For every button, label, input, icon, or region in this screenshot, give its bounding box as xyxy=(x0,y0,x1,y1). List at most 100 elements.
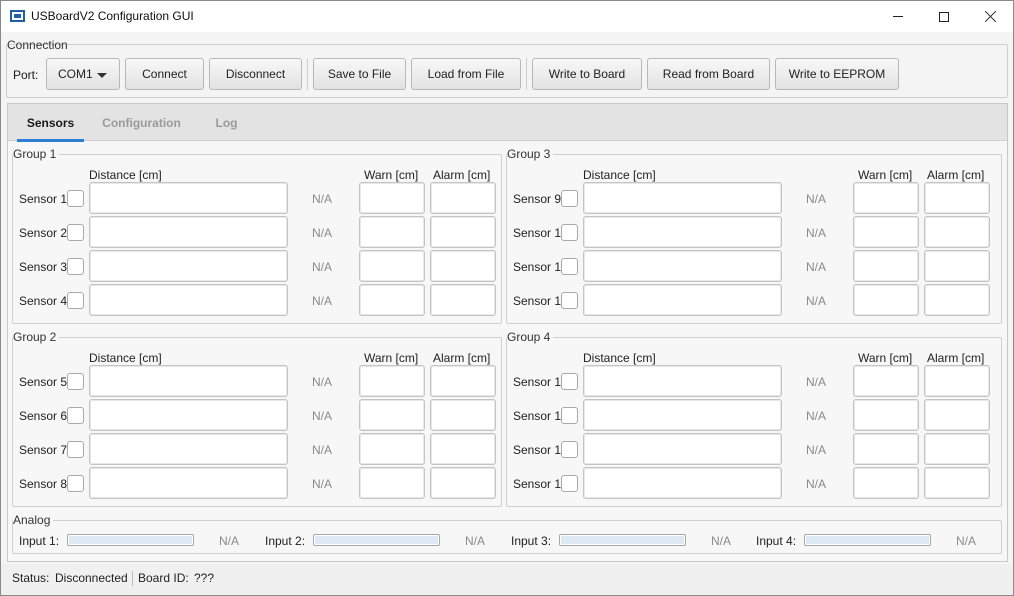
distance-field[interactable] xyxy=(89,216,288,248)
tab-configuration[interactable]: Configuration xyxy=(98,104,185,141)
sensor-reading: N/A xyxy=(312,443,333,457)
analog-input-bar xyxy=(67,534,194,546)
distance-field[interactable] xyxy=(583,467,782,499)
status-separator xyxy=(132,571,133,586)
minimize-button[interactable] xyxy=(875,1,921,32)
sensor-enable-checkbox[interactable] xyxy=(67,441,84,458)
tab-header: Sensors Configuration Log xyxy=(8,104,1007,142)
analog-input-value: N/A xyxy=(956,534,977,548)
warn-field[interactable] xyxy=(359,433,425,465)
sensor-enable-checkbox[interactable] xyxy=(67,292,84,309)
status-value: Disconnected xyxy=(55,571,128,585)
alarm-field[interactable] xyxy=(430,284,496,316)
sensor-enable-checkbox[interactable] xyxy=(561,373,578,390)
warn-field[interactable] xyxy=(359,284,425,316)
port-select[interactable]: COM1 xyxy=(46,58,120,90)
warn-field[interactable] xyxy=(853,216,919,248)
alarm-field[interactable] xyxy=(430,433,496,465)
alarm-field[interactable] xyxy=(430,216,496,248)
distance-field[interactable] xyxy=(89,433,288,465)
distance-field[interactable] xyxy=(583,182,782,214)
minimize-icon xyxy=(893,16,903,17)
maximize-icon xyxy=(939,11,949,22)
distance-field[interactable] xyxy=(583,216,782,248)
sensor-reading: N/A xyxy=(312,260,333,274)
tab-log[interactable]: Log xyxy=(208,104,245,141)
close-button[interactable] xyxy=(967,1,1013,32)
warn-field[interactable] xyxy=(359,216,425,248)
sensor-enable-checkbox[interactable] xyxy=(67,407,84,424)
alarm-field[interactable] xyxy=(430,399,496,431)
sensor-label: Sensor 16 xyxy=(513,477,568,491)
maximize-button[interactable] xyxy=(921,1,967,32)
distance-field[interactable] xyxy=(583,433,782,465)
sensor-enable-checkbox[interactable] xyxy=(561,224,578,241)
alarm-field[interactable] xyxy=(430,467,496,499)
alarm-field[interactable] xyxy=(430,250,496,282)
alarm-field[interactable] xyxy=(430,365,496,397)
load-from-file-button[interactable]: Load from File xyxy=(411,58,521,90)
sensor-enable-checkbox[interactable] xyxy=(561,407,578,424)
sensor-enable-checkbox[interactable] xyxy=(561,441,578,458)
sensor-enable-checkbox[interactable] xyxy=(561,475,578,492)
sensor-enable-checkbox[interactable] xyxy=(561,190,578,207)
warn-column-header: Warn [cm] xyxy=(364,351,419,365)
distance-field[interactable] xyxy=(583,250,782,282)
distance-field[interactable] xyxy=(89,284,288,316)
read-from-board-button[interactable]: Read from Board xyxy=(647,58,770,90)
distance-field[interactable] xyxy=(89,250,288,282)
alarm-field[interactable] xyxy=(924,399,990,431)
sensor-enable-checkbox[interactable] xyxy=(67,475,84,492)
sensor-reading: N/A xyxy=(312,226,333,240)
warn-field[interactable] xyxy=(359,250,425,282)
write-to-board-button[interactable]: Write to Board xyxy=(532,58,642,90)
warn-field[interactable] xyxy=(853,467,919,499)
alarm-field[interactable] xyxy=(924,365,990,397)
alarm-field[interactable] xyxy=(924,182,990,214)
alarm-field[interactable] xyxy=(430,182,496,214)
group-legend: Group 2 xyxy=(13,330,60,344)
sensor-enable-checkbox[interactable] xyxy=(561,292,578,309)
alarm-field[interactable] xyxy=(924,250,990,282)
connect-button[interactable]: Connect xyxy=(125,58,204,90)
write-to-eeprom-button[interactable]: Write to EEPROM xyxy=(775,58,899,90)
sensor-reading: N/A xyxy=(312,477,333,491)
warn-field[interactable] xyxy=(853,250,919,282)
distance-field[interactable] xyxy=(583,284,782,316)
tab-sensors[interactable]: Sensors xyxy=(17,104,84,142)
alarm-field[interactable] xyxy=(924,467,990,499)
warn-field[interactable] xyxy=(359,365,425,397)
warn-field[interactable] xyxy=(359,182,425,214)
sensor-reading: N/A xyxy=(806,260,827,274)
distance-field[interactable] xyxy=(583,365,782,397)
distance-field[interactable] xyxy=(89,365,288,397)
alarm-field[interactable] xyxy=(924,433,990,465)
sensor-enable-checkbox[interactable] xyxy=(561,258,578,275)
warn-field[interactable] xyxy=(853,182,919,214)
analog-input-value: N/A xyxy=(219,534,240,548)
sensor-enable-checkbox[interactable] xyxy=(67,190,84,207)
distance-field[interactable] xyxy=(89,182,288,214)
alarm-field[interactable] xyxy=(924,284,990,316)
warn-field[interactable] xyxy=(359,467,425,499)
warn-field[interactable] xyxy=(853,284,919,316)
sensor-enable-checkbox[interactable] xyxy=(67,224,84,241)
analog-input-label: Input 2: xyxy=(265,534,306,548)
distance-field[interactable] xyxy=(89,467,288,499)
save-to-file-button[interactable]: Save to File xyxy=(313,58,406,90)
sensor-enable-checkbox[interactable] xyxy=(67,258,84,275)
disconnect-button[interactable]: Disconnect xyxy=(209,58,302,90)
alarm-field[interactable] xyxy=(924,216,990,248)
warn-field[interactable] xyxy=(853,433,919,465)
warn-field[interactable] xyxy=(853,399,919,431)
warn-field[interactable] xyxy=(359,399,425,431)
toolbar-separator xyxy=(526,58,527,90)
distance-field[interactable] xyxy=(89,399,288,431)
sensor-label: Sensor 6 xyxy=(19,409,68,423)
analog-input-value: N/A xyxy=(465,534,486,548)
distance-field[interactable] xyxy=(583,399,782,431)
warn-field[interactable] xyxy=(853,365,919,397)
warn-column-header: Warn [cm] xyxy=(858,168,913,182)
title-bar[interactable]: USBoardV2 Configuration GUI xyxy=(1,1,1013,32)
sensor-enable-checkbox[interactable] xyxy=(67,373,84,390)
